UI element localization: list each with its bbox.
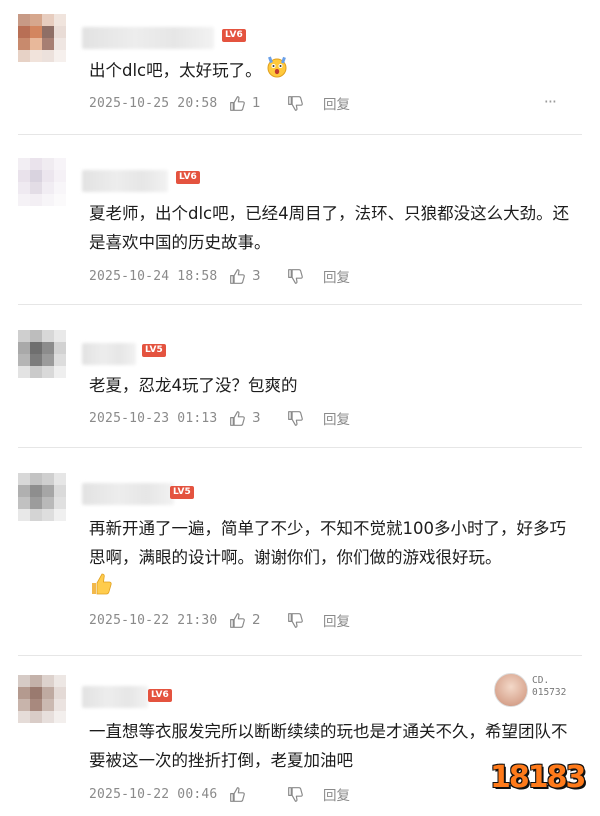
username-blurred[interactable] (82, 170, 168, 192)
comment-date: 2025-10-25 20:58 (89, 95, 218, 111)
comment-item: LV5 再新开通了一遍，简单了不少，不知不觉就100多小时了，好多巧思啊，满眼的… (0, 447, 600, 655)
comment-item: LV6 出个dlc吧，太好玩了。 2025-10-25 20:58 1 回复 ·… (0, 0, 600, 134)
thumbs-down-outline-icon (288, 268, 303, 284)
like-count: 1 (252, 95, 261, 111)
level-badge: LV6 (222, 29, 246, 42)
avatar[interactable] (18, 473, 66, 521)
comment-meta: 2025-10-22 00:46 回复 (89, 784, 350, 805)
avatar[interactable] (18, 14, 66, 62)
more-options-icon[interactable]: ··· (544, 92, 557, 111)
comment-meta: 2025-10-23 01:13 3 回复 (89, 408, 350, 428)
thumbs-down-outline-icon (288, 95, 303, 111)
avatar[interactable] (18, 158, 66, 206)
reply-button[interactable]: 回复 (323, 266, 350, 286)
comment-text-content: 再新开通了一遍，简单了不少，不知不觉就100多小时了，好多巧思啊，满眼的设计啊。… (89, 519, 566, 567)
comment-date: 2025-10-22 00:46 (89, 786, 218, 802)
fan-badge-line2: 015732 (532, 687, 567, 698)
comment-text: 老夏，忍龙4玩了没？包爽的 (89, 376, 298, 395)
thumbs-up-outline-icon (230, 410, 245, 426)
username-blurred[interactable] (82, 27, 214, 49)
level-badge: LV5 (142, 344, 166, 357)
like-count: 3 (252, 410, 261, 426)
thumbs-up-outline-icon (230, 95, 245, 111)
level-badge: LV5 (170, 486, 194, 499)
avatar[interactable] (18, 675, 66, 723)
comment-date: 2025-10-22 21:30 (89, 612, 218, 628)
dislike-button[interactable] (287, 786, 323, 803)
fan-badge-line1: CD. (532, 675, 550, 686)
like-button[interactable]: 3 (229, 410, 287, 427)
comment-text: 出个dlc吧，太好玩了。 (89, 56, 579, 87)
comment-item: LV6 夏老师，出个dlc吧，已经4周目了，法环、只狼都没这么大劲。还是喜欢中国… (0, 134, 600, 304)
comment-item: LV5 老夏，忍龙4玩了没？包爽的 2025-10-23 01:13 3 回复 (0, 304, 600, 447)
username-blurred[interactable] (82, 686, 148, 708)
like-button[interactable]: 1 (229, 95, 287, 112)
comment-date: 2025-10-23 01:13 (89, 410, 218, 426)
like-button[interactable] (229, 786, 287, 803)
username-blurred[interactable] (82, 483, 174, 505)
dislike-button[interactable] (287, 612, 323, 629)
reply-button[interactable]: 回复 (323, 784, 350, 804)
thumbs-up-icon (89, 572, 113, 605)
thumbs-up-outline-icon (230, 268, 245, 284)
dislike-button[interactable] (287, 410, 323, 427)
comment-meta: 2025-10-22 21:30 2 回复 (89, 610, 350, 630)
reply-button[interactable]: 回复 (323, 408, 350, 428)
like-count: 3 (252, 268, 261, 284)
comment-meta: 2025-10-24 18:58 3 回复 (89, 266, 350, 286)
level-badge: LV6 (148, 689, 172, 702)
comment-text: 再新开通了一遍，简单了不少，不知不觉就100多小时了，好多巧思啊，满眼的设计啊。… (89, 514, 579, 605)
like-button[interactable]: 3 (229, 268, 287, 285)
level-badge: LV6 (176, 171, 200, 184)
like-button[interactable]: 2 (229, 612, 287, 629)
shocked-face-icon (266, 56, 288, 87)
reply-button[interactable]: 回复 (323, 610, 350, 630)
comment-text: 夏老师，出个dlc吧，已经4周目了，法环、只狼都没这么大劲。还是喜欢中国的历史故… (89, 204, 570, 252)
fan-badge-text: CD. 015732 (532, 675, 566, 699)
thumbs-up-outline-icon (230, 786, 245, 802)
username-blurred[interactable] (82, 343, 136, 365)
site-logo: 18183 (490, 760, 586, 795)
reply-button[interactable]: 回复 (323, 93, 350, 113)
dislike-button[interactable] (287, 95, 323, 112)
comment-meta: 2025-10-25 20:58 1 回复 (89, 93, 350, 113)
thumbs-up-outline-icon (230, 612, 245, 628)
dislike-button[interactable] (287, 268, 323, 285)
comment-date: 2025-10-24 18:58 (89, 268, 218, 284)
thumbs-down-outline-icon (288, 786, 303, 802)
avatar[interactable] (18, 330, 66, 378)
thumbs-down-outline-icon (288, 612, 303, 628)
thumbs-down-outline-icon (288, 410, 303, 426)
fan-badge-avatar (494, 673, 528, 707)
comment-text-content: 出个dlc吧，太好玩了。 (89, 61, 262, 80)
like-count: 2 (252, 612, 261, 628)
